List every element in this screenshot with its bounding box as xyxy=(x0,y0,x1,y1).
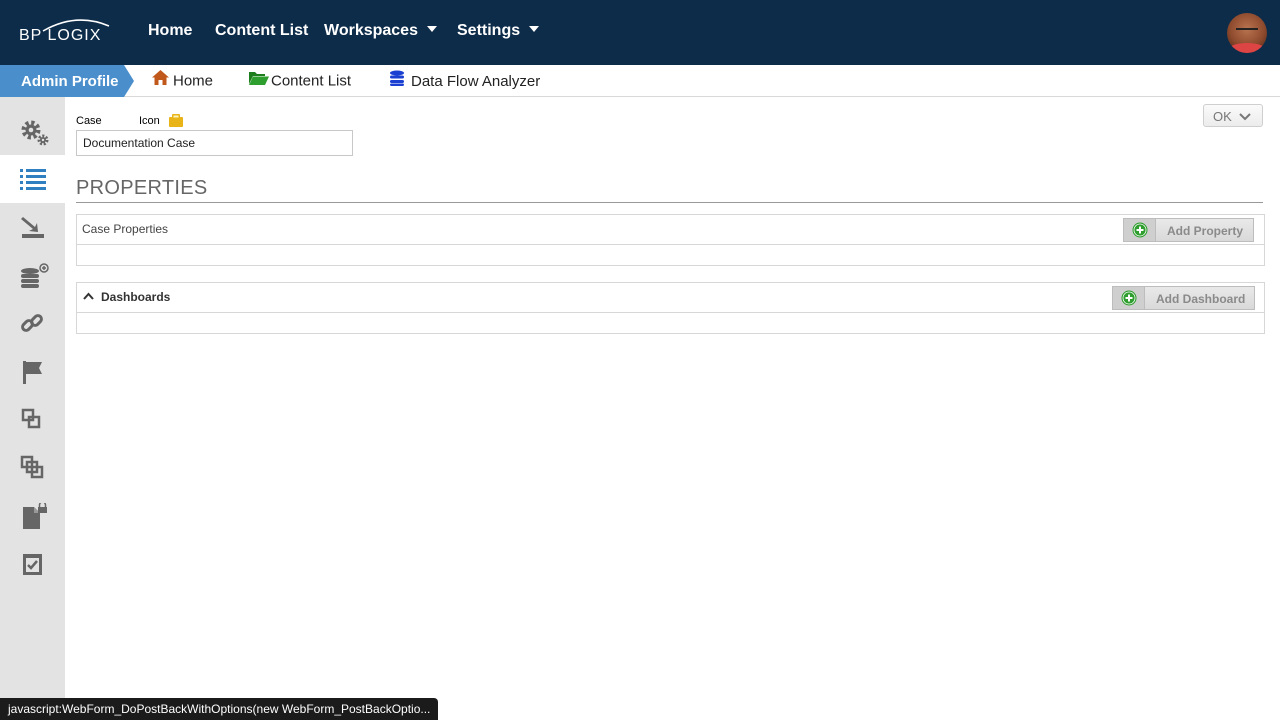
admin-profile-label: Admin Profile xyxy=(21,73,119,90)
sidebar-item-database-add[interactable] xyxy=(0,251,65,299)
case-name-input[interactable]: Documentation Case xyxy=(76,130,353,156)
nav-home[interactable]: Home xyxy=(148,22,192,40)
add-icon-box xyxy=(1124,219,1156,241)
crumb-content-list-label: Content List xyxy=(271,72,352,90)
plus-circle-icon xyxy=(1121,290,1137,306)
list-icon xyxy=(20,169,46,190)
breadcrumb: Admin Profile Home Content List Data Flo… xyxy=(0,65,1280,97)
logo-text: BP LOGIX xyxy=(19,27,102,44)
case-properties-title: Case Properties xyxy=(82,222,169,236)
section-divider xyxy=(76,202,1263,203)
ok-button-label: OK xyxy=(1213,109,1232,124)
locked-document-icon xyxy=(23,503,47,529)
nav-content-list[interactable]: Content List xyxy=(215,22,308,40)
crumb-data-flow-analyzer[interactable]: Data Flow Analyzer xyxy=(389,70,541,92)
icon-label: Icon xyxy=(139,115,160,127)
folder-open-icon xyxy=(249,70,269,89)
database-icon xyxy=(389,70,405,90)
user-avatar[interactable] xyxy=(1227,13,1267,53)
sidebar-item-link[interactable] xyxy=(0,299,65,347)
nav-workspaces[interactable]: Workspaces xyxy=(324,22,437,40)
chevron-down-icon xyxy=(529,25,540,32)
nav-settings[interactable]: Settings xyxy=(457,22,540,40)
ok-button[interactable]: OK xyxy=(1203,104,1263,127)
case-properties-header: Case Properties xyxy=(77,215,1264,245)
add-icon-box xyxy=(1113,287,1145,309)
sidebar-item-list[interactable] xyxy=(0,155,65,203)
crumb-content-list[interactable]: Content List xyxy=(249,72,351,91)
link-icon xyxy=(21,314,43,332)
import-icon xyxy=(21,217,44,238)
sidebar-item-locked-document[interactable] xyxy=(0,491,65,539)
bp-logix-logo[interactable]: BP LOGIX xyxy=(19,18,110,48)
database-add-icon xyxy=(21,263,49,288)
chevron-up-icon[interactable] xyxy=(83,292,94,300)
sidebar-item-layers[interactable] xyxy=(0,443,65,491)
add-property-label: Add Property xyxy=(1167,224,1244,238)
avatar-glasses xyxy=(1236,28,1258,33)
settings-gears-icon xyxy=(21,120,49,146)
plus-circle-icon xyxy=(1132,222,1148,238)
left-sidebar xyxy=(0,97,65,720)
admin-profile-tab[interactable]: Admin Profile xyxy=(0,65,135,97)
properties-section-title: PROPERTIES xyxy=(76,177,208,199)
add-property-button[interactable]: Add Property xyxy=(1123,218,1254,242)
sidebar-item-settings[interactable] xyxy=(0,107,65,155)
chevron-down-icon xyxy=(426,25,437,32)
sidebar-item-import[interactable] xyxy=(0,203,65,251)
add-dashboard-label: Add Dashboard xyxy=(1156,292,1246,306)
avatar-shirt xyxy=(1229,43,1265,53)
nav-settings-label: Settings xyxy=(457,22,521,39)
crumb-data-flow-analyzer-label: Data Flow Analyzer xyxy=(411,72,541,90)
dashboards-header[interactable]: Dashboards xyxy=(77,283,1264,313)
flag-icon xyxy=(23,361,42,384)
case-label: Case xyxy=(76,115,102,127)
home-icon xyxy=(152,70,169,89)
checkbox-icon xyxy=(23,554,42,575)
dashboards-panel: Dashboards Add Dashboard xyxy=(76,282,1265,334)
crumb-home-label: Home xyxy=(173,72,214,90)
layers-icon xyxy=(20,455,44,479)
copy-icon xyxy=(21,408,41,429)
sidebar-item-flag[interactable] xyxy=(0,347,65,395)
chevron-down-icon xyxy=(1239,113,1251,121)
nav-workspaces-label: Workspaces xyxy=(324,22,418,39)
case-properties-panel: Case Properties Add Property xyxy=(76,214,1265,266)
sidebar-item-copy[interactable] xyxy=(0,395,65,443)
crumb-home[interactable]: Home xyxy=(152,70,214,91)
sidebar-item-checkbox[interactable] xyxy=(0,539,65,587)
top-navbar: BP LOGIX Home Content List Workspaces Se… xyxy=(0,0,1280,65)
add-dashboard-button[interactable]: Add Dashboard xyxy=(1112,286,1255,310)
browser-status-bar: javascript:WebForm_DoPostBackWithOptions… xyxy=(0,698,439,720)
dashboards-title: Dashboards xyxy=(101,290,171,304)
